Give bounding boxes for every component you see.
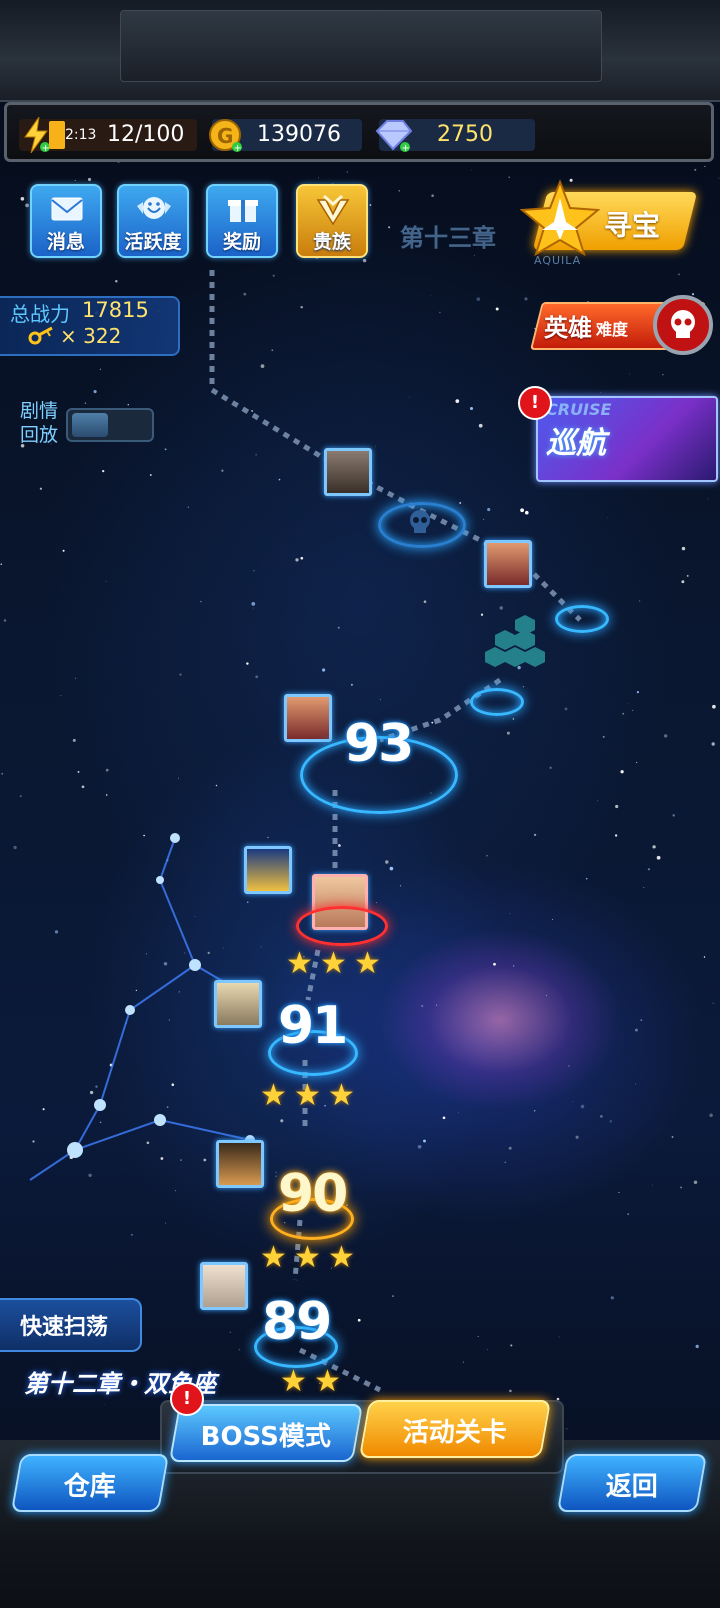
level-91-number: 91 [278,996,348,1056]
boss-alert-badge: ! [170,1382,204,1416]
energy-timer-bg [49,121,65,149]
noble-icon [316,194,350,226]
energy-value: 12/100 [107,122,185,147]
character-avatar[interactable] [484,540,532,588]
rewards-button[interactable]: 奖励 [206,184,278,258]
hero-difficulty-main: 英雄 [544,314,592,342]
diamond-icon: + [375,120,413,154]
star-icon: ★ [280,1364,307,1399]
hero-difficulty-sub: 难度 [596,320,629,339]
boss-node-ring[interactable] [296,906,388,946]
path-node[interactable] [555,605,609,633]
star-icon: ★ [328,1078,355,1113]
noble-label: 贵族 [312,231,351,253]
chapter-header: 第十三章 [400,224,496,252]
gold-value: 139076 [257,122,341,147]
star-icon: ★ [328,1240,355,1275]
quick-sweep-label: 快速扫荡 [20,1315,109,1340]
messages-label: 消息 [46,231,85,253]
character-avatar[interactable] [214,980,262,1028]
keys-count: × 322 [60,324,122,348]
star-icon: ★ [260,1078,287,1113]
character-avatar[interactable] [324,448,372,496]
gold-coin-icon: G + [209,119,242,154]
diamond-value: 2750 [437,122,493,147]
level-89-number: 89 [262,1292,332,1352]
character-avatar[interactable] [200,1262,248,1310]
star-icon: ★ [260,1240,287,1275]
energy-timer: 2:13 [65,127,97,143]
noble-button[interactable]: 贵族 [296,184,368,258]
star-icon: ★ [314,1364,341,1399]
event-stage-button[interactable]: 活动关卡 [358,1400,552,1458]
gift-icon [228,200,258,222]
level-93-number: 93 [344,714,414,774]
power-value: 17815 [82,298,149,322]
boss-mode-label: BOSS模式 [200,1422,331,1452]
character-avatar[interactable] [216,1140,264,1188]
boss-mode-button[interactable]: BOSS模式 [168,1404,364,1462]
level-90-number: 90 [278,1164,348,1224]
star-icon: ★ [354,946,381,981]
cruise-alert-badge: ! [518,386,552,420]
warehouse-label: 仓库 [63,1472,116,1502]
story-replay-toggle[interactable] [66,408,154,442]
key-icon [28,326,53,345]
star-fighter-icon [520,179,600,257]
message-icon [51,197,83,221]
fighter-avatar[interactable] [244,846,292,894]
boss-skull-icon [410,510,430,533]
back-button[interactable]: 返回 [556,1454,708,1512]
power-label: 总战力 [10,302,70,326]
character-avatar[interactable] [284,694,332,742]
path-node[interactable] [470,688,524,716]
svg-text:G: G [217,124,233,148]
game-screen: + 2:13 12/100 G + 139076 + 2750 消息 活跃度 奖… [0,0,720,1608]
star-icon: ★ [294,1078,321,1113]
story-replay-label-1: 剧情 [20,400,59,422]
top-frame [0,0,720,102]
treasure-label: 寻宝 [604,209,661,242]
back-label: 返回 [605,1472,658,1502]
story-replay-label-2: 回放 [20,424,59,446]
activity-icon [137,197,171,219]
activity-label: 活跃度 [124,231,182,253]
rewards-label: 奖励 [222,231,261,253]
messages-button[interactable]: 消息 [30,184,102,258]
energy-icon: + [24,117,50,153]
star-icon: ★ [320,946,347,981]
skull-icon [653,295,713,355]
resource-bar: + 2:13 12/100 G + 139076 + 2750 [4,102,714,162]
warehouse-button[interactable]: 仓库 [10,1454,170,1512]
activity-button[interactable]: 活跃度 [117,184,189,258]
star-icon: ★ [286,946,313,981]
event-stage-label: 活动关卡 [402,1418,507,1448]
svg-text:+: + [234,143,242,154]
cruise-en: CRUISE [546,400,612,419]
cruise-label: 巡航 [546,426,606,461]
star-icon: ★ [294,1240,321,1275]
svg-text:+: + [402,143,410,154]
